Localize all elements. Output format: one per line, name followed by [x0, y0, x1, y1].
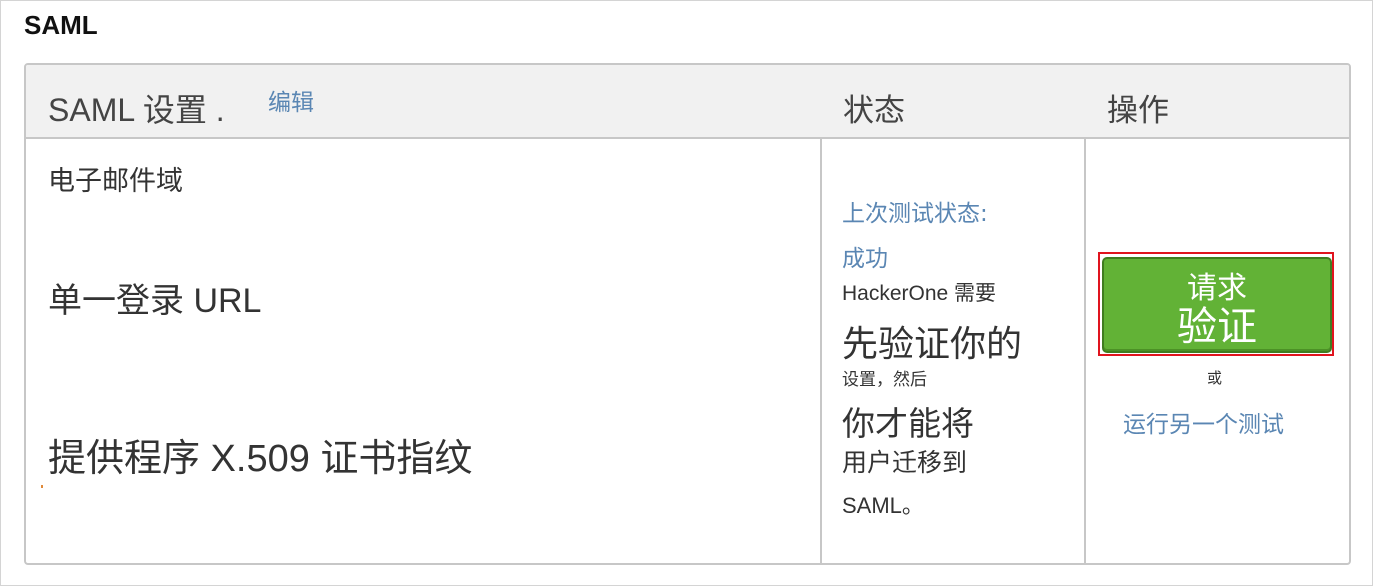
- status-column-header: 状态: [843, 93, 905, 129]
- settings-column-header: SAML 设置 .: [48, 92, 225, 128]
- status-message-line: 设置，然后: [842, 370, 927, 390]
- action-column-header: 操作: [1107, 93, 1169, 129]
- decorative-mark: [41, 485, 43, 488]
- request-verification-button[interactable]: 请求 验证: [1102, 257, 1332, 353]
- table-header: SAML 设置 . 编辑 状态 操作: [26, 65, 1349, 139]
- status-message-line: HackerOne 需要: [842, 282, 997, 305]
- edit-link[interactable]: 编辑: [268, 83, 314, 117]
- or-separator: 或: [1207, 369, 1223, 387]
- section-title: SAML: [24, 10, 98, 40]
- verify-button-label-line2: 验证: [1177, 304, 1257, 350]
- email-domain-label: 电子邮件域: [48, 166, 183, 196]
- verify-button-label-line1: 请求: [1187, 271, 1247, 306]
- status-message-line: 用户迁移到: [842, 448, 968, 477]
- last-test-status-value: 成功: [842, 246, 888, 272]
- status-message-line: 先验证你的: [842, 324, 1023, 365]
- cert-fingerprint-label: 提供程序 X.509 证书指纹: [48, 438, 473, 480]
- column-divider-status: [820, 139, 822, 563]
- status-message-line: SAML。: [842, 493, 924, 518]
- status-message-line: 你才能将: [842, 404, 974, 443]
- column-divider-action: [1084, 139, 1086, 563]
- last-test-status-label: 上次测试状态:: [842, 201, 988, 227]
- run-another-test-link[interactable]: 运行另一个测试: [1123, 405, 1284, 439]
- saml-settings-panel: SAML 设置 . 编辑 状态 操作 电子邮件域 单一登录 URL 提供程序 X…: [24, 63, 1351, 565]
- sso-url-label: 单一登录 URL: [48, 282, 262, 320]
